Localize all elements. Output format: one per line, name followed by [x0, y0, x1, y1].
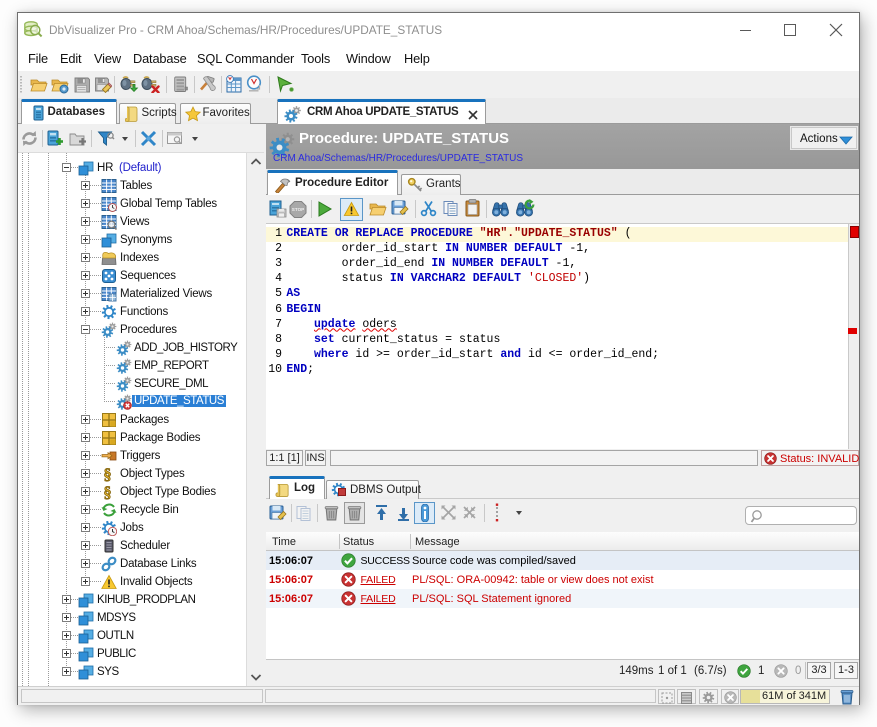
svg-text:STOP: STOP	[292, 207, 304, 212]
